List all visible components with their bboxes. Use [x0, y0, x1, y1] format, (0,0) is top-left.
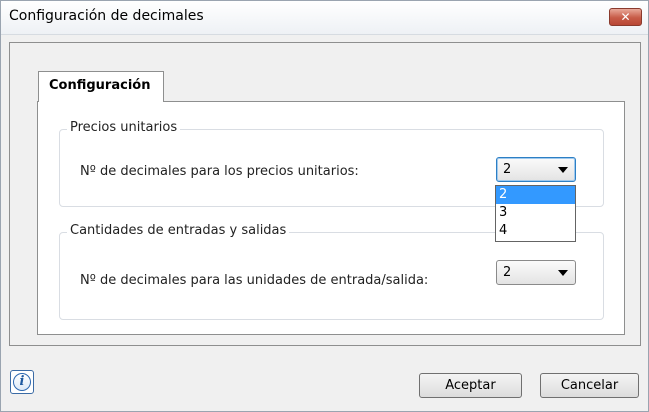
- precios-dropdown-list: 2 3 4: [495, 185, 576, 242]
- cantidades-decimales-select[interactable]: 2: [496, 260, 576, 285]
- accept-button[interactable]: Aceptar: [419, 373, 522, 398]
- precios-selected-value: 2: [503, 162, 512, 177]
- window-title: Configuración de decimales: [9, 8, 204, 24]
- chevron-down-icon: [558, 167, 568, 173]
- title-bar[interactable]: Configuración de decimales ✕: [1, 1, 648, 35]
- group-title-precios: Precios unitarios: [67, 120, 181, 135]
- dropdown-option[interactable]: 2: [496, 186, 575, 204]
- precios-decimales-select[interactable]: 2: [496, 157, 576, 182]
- tab-label: Configuración: [49, 78, 151, 93]
- tab-configuracion[interactable]: Configuración: [38, 71, 164, 102]
- cantidades-selected-value: 2: [503, 265, 512, 280]
- dropdown-option[interactable]: 3: [496, 204, 575, 222]
- label-decimales-cantidades: Nº de decimales para las unidades de ent…: [80, 273, 429, 288]
- info-button[interactable]: i: [10, 370, 34, 394]
- label-decimales-precios: Nº de decimales para los precios unitari…: [80, 164, 359, 179]
- chevron-down-icon: [558, 270, 568, 276]
- cancel-button[interactable]: Cancelar: [540, 373, 639, 398]
- close-icon: ✕: [620, 10, 631, 24]
- close-button[interactable]: ✕: [609, 8, 642, 26]
- info-icon: i: [13, 373, 31, 391]
- dropdown-option[interactable]: 4: [496, 222, 575, 240]
- group-title-cantidades: Cantidades de entradas y salidas: [67, 223, 290, 238]
